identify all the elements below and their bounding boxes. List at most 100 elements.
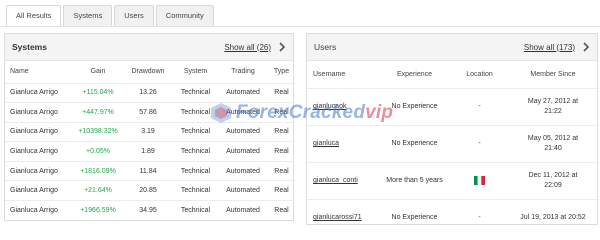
user-name-cell: gianluca_conti bbox=[307, 161, 377, 199]
system-trading: Automated bbox=[218, 200, 268, 221]
system-name: Gianluca Arrigo bbox=[5, 200, 73, 221]
system-type: Technical bbox=[173, 200, 218, 221]
result-tabs: All Results Systems Users Community bbox=[6, 5, 214, 26]
system-account-type: Real bbox=[268, 200, 295, 221]
username-link[interactable]: gianluca bbox=[313, 140, 339, 147]
system-gain: +447.97% bbox=[73, 102, 123, 123]
user-member-since: May 05, 2012 at 21:40 bbox=[507, 124, 599, 162]
member-since-time: 21:22 bbox=[544, 107, 562, 115]
users-show-all: Show all (173) bbox=[524, 42, 590, 52]
col-header-location: Location bbox=[466, 70, 493, 78]
col-header-experience: Experience bbox=[396, 70, 433, 78]
col-header-name: Name bbox=[10, 68, 29, 76]
table-row[interactable]: Gianluca Arrigo +21.64% 20.85 Technical … bbox=[5, 180, 295, 201]
system-gain: +1816.09% bbox=[73, 160, 123, 181]
system-drawdown: 13.26 bbox=[123, 82, 173, 103]
member-since-date: Dec 11, 2012 at bbox=[528, 171, 578, 179]
users-show-all-link[interactable]: Show all (173) bbox=[524, 43, 575, 52]
member-since-date: May 27, 2012 at bbox=[527, 97, 579, 105]
systems-title: Systems bbox=[12, 42, 47, 52]
user-name-cell: gianlucarossi71 bbox=[307, 198, 377, 236]
col-header-username: Username bbox=[313, 70, 346, 78]
system-name: Gianluca Arrigo bbox=[5, 82, 73, 103]
col-header-member-since: Member Since bbox=[530, 70, 576, 78]
systems-table: Name Gain Drawdown System Trading Type G… bbox=[5, 61, 295, 221]
system-account-type: Real bbox=[268, 180, 295, 201]
member-since-time: 22:09 bbox=[544, 181, 562, 189]
col-header-trading: Trading bbox=[231, 68, 255, 76]
system-account-type: Real bbox=[268, 82, 295, 103]
users-panel: Users Show all (173) Username Experience… bbox=[306, 33, 599, 236]
system-drawdown: 34.95 bbox=[123, 200, 173, 221]
system-trading: Automated bbox=[218, 121, 268, 142]
tab-users[interactable]: Users bbox=[114, 5, 154, 26]
username-link[interactable]: gianlucarossi71 bbox=[313, 214, 362, 221]
system-type: Technical bbox=[173, 102, 218, 123]
user-experience: More than 5 years bbox=[377, 161, 452, 199]
system-account-type: Real bbox=[268, 141, 295, 162]
system-type: Technical bbox=[173, 180, 218, 201]
system-trading: Automated bbox=[218, 82, 268, 103]
col-header-system: System bbox=[183, 68, 208, 76]
tab-community[interactable]: Community bbox=[155, 5, 214, 26]
table-row[interactable]: gianlucarossi71 No Experience - Jul 19, … bbox=[307, 198, 599, 236]
member-since-date: May 05, 2012 at bbox=[527, 134, 579, 142]
member-since-time: 21:40 bbox=[544, 144, 562, 152]
users-table: Username Experience Location Member Sinc… bbox=[307, 61, 599, 236]
system-gain: +10398.32% bbox=[73, 121, 123, 142]
systems-table-header: Name Gain Drawdown System Trading Type bbox=[5, 61, 295, 83]
user-experience: No Experience bbox=[377, 198, 452, 236]
system-account-type: Real bbox=[268, 121, 295, 142]
system-trading: Automated bbox=[218, 160, 268, 181]
col-header-type: Type bbox=[273, 68, 290, 76]
table-row[interactable]: Gianluca Arrigo +1816.09% 11.84 Technica… bbox=[5, 160, 295, 181]
systems-panel: Systems Show all (26) Name Gain Drawdown… bbox=[4, 33, 295, 221]
table-row[interactable]: Gianluca Arrigo +447.97% 57.86 Technical… bbox=[5, 102, 295, 123]
chevron-right-icon[interactable] bbox=[278, 42, 286, 52]
table-row[interactable]: gianluca_conti More than 5 years Dec 11,… bbox=[307, 161, 599, 199]
users-table-header: Username Experience Location Member Sinc… bbox=[307, 61, 599, 88]
col-header-gain: Gain bbox=[90, 68, 106, 76]
system-drawdown: 57.86 bbox=[123, 102, 173, 123]
systems-show-all-link[interactable]: Show all (26) bbox=[224, 43, 271, 52]
tab-divider bbox=[0, 26, 600, 27]
tab-all-results[interactable]: All Results bbox=[6, 5, 62, 26]
system-name: Gianluca Arrigo bbox=[5, 121, 73, 142]
tab-systems[interactable]: Systems bbox=[63, 5, 113, 26]
system-gain: +0.05% bbox=[73, 141, 123, 162]
system-type: Technical bbox=[173, 141, 218, 162]
table-row[interactable]: Gianluca Arrigo +115.04% 13.26 Technical… bbox=[5, 82, 295, 103]
table-row[interactable]: Gianluca Arrigo +0.05% 1.89 Technical Au… bbox=[5, 141, 295, 162]
user-location bbox=[452, 161, 507, 199]
italy-flag-icon bbox=[474, 176, 485, 185]
system-trading: Automated bbox=[218, 180, 268, 201]
systems-panel-header: Systems Show all (26) bbox=[5, 34, 293, 61]
system-name: Gianluca Arrigo bbox=[5, 102, 73, 123]
system-type: Technical bbox=[173, 160, 218, 181]
system-account-type: Real bbox=[268, 160, 295, 181]
user-location: - bbox=[452, 124, 507, 162]
system-type: Technical bbox=[173, 121, 218, 142]
chevron-right-icon[interactable] bbox=[582, 42, 590, 52]
table-row[interactable]: gianlucaok No Experience - May 27, 2012 … bbox=[307, 87, 599, 125]
system-gain: +1966.59% bbox=[73, 200, 123, 221]
users-panel-header: Users Show all (173) bbox=[307, 34, 597, 61]
system-name: Gianluca Arrigo bbox=[5, 141, 73, 162]
system-type: Technical bbox=[173, 82, 218, 103]
table-row[interactable]: gianluca No Experience - May 05, 2012 at… bbox=[307, 124, 599, 162]
user-experience: No Experience bbox=[377, 124, 452, 162]
user-location: - bbox=[452, 198, 507, 236]
table-row[interactable]: Gianluca Arrigo +1966.59% 34.95 Technica… bbox=[5, 200, 295, 221]
system-trading: Automated bbox=[218, 141, 268, 162]
system-drawdown: 11.84 bbox=[123, 160, 173, 181]
username-link[interactable]: gianluca_conti bbox=[313, 177, 358, 184]
system-trading: Automated bbox=[218, 102, 268, 123]
table-row[interactable]: Gianluca Arrigo +10398.32% 3.19 Technica… bbox=[5, 121, 295, 142]
system-account-type: Real bbox=[268, 102, 295, 123]
system-drawdown: 3.19 bbox=[123, 121, 173, 142]
systems-show-all: Show all (26) bbox=[224, 42, 286, 52]
col-header-drawdown: Drawdown bbox=[131, 68, 165, 76]
system-drawdown: 1.89 bbox=[123, 141, 173, 162]
username-link[interactable]: gianlucaok bbox=[313, 103, 346, 110]
user-member-since: May 27, 2012 at 21:22 bbox=[507, 87, 599, 125]
